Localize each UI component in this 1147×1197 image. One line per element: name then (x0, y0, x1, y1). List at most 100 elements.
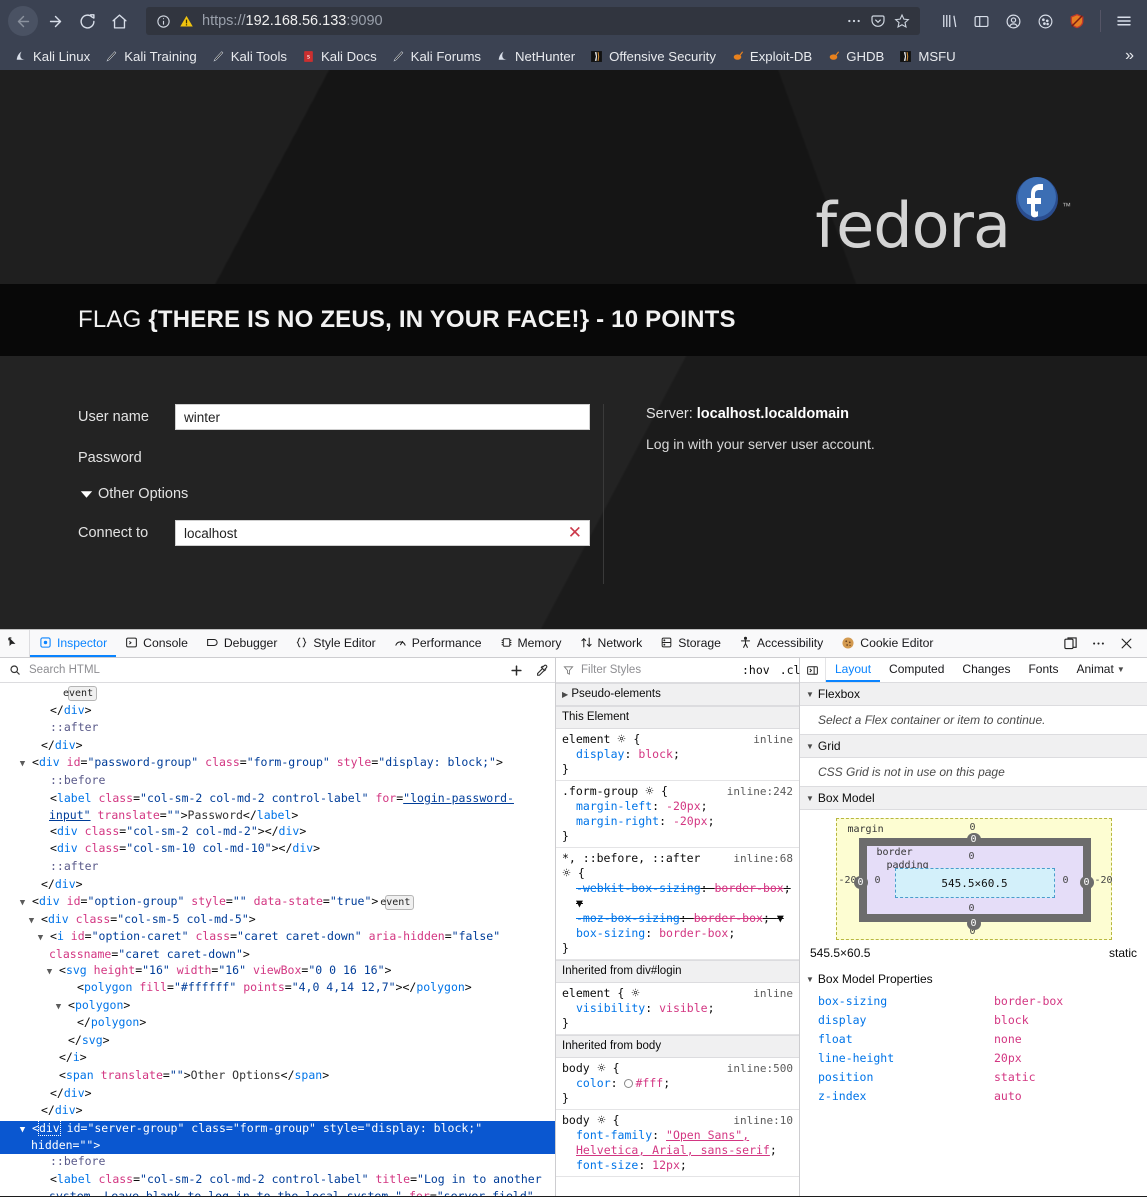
markup-line[interactable]: ▼ <polygon> (0, 998, 555, 1016)
css-value[interactable]: border-box (694, 911, 763, 925)
rule-block[interactable]: element { inline display: block; } (556, 729, 799, 781)
rule-source[interactable]: inline (753, 732, 793, 747)
markup-line[interactable]: ::before (0, 1154, 555, 1172)
markup-line[interactable]: </div> (0, 877, 555, 895)
markup-line[interactable]: </svg> (0, 1033, 555, 1051)
css-property[interactable]: font-size (576, 1158, 638, 1172)
rule-source[interactable]: inline:68 (733, 851, 793, 866)
forward-button[interactable] (40, 6, 70, 36)
library-icon[interactable] (934, 6, 964, 36)
tab-console[interactable]: Console (116, 630, 197, 657)
markup-line[interactable]: <label class="col-sm-2 col-md-2 control-… (0, 1172, 555, 1196)
box-model-properties-header[interactable]: ▼ Box Model Properties (800, 968, 1147, 990)
rule-block[interactable]: *, ::before, ::after inline:68 { -webkit… (556, 848, 799, 960)
home-button[interactable] (104, 6, 134, 36)
gear-icon[interactable] (645, 784, 654, 799)
padding-top-value[interactable]: 0 (969, 851, 975, 862)
gear-icon[interactable] (617, 732, 626, 747)
hamburger-menu-icon[interactable] (1109, 6, 1139, 36)
tab-layout[interactable]: Layout (826, 658, 881, 682)
rule-source[interactable]: inline:500 (727, 1061, 793, 1076)
markup-line[interactable]: <label class="col-sm-2 col-md-2 control-… (0, 791, 555, 824)
tab-cookie-editor[interactable]: Cookie Editor (832, 630, 942, 657)
tab-network[interactable]: Network (571, 630, 652, 657)
border-bottom-value[interactable]: 0 (966, 917, 981, 930)
content-size-value[interactable]: 545.5×60.5 (941, 877, 1007, 890)
bookmark-msfu[interactable]: MSFU (892, 47, 961, 66)
css-value[interactable]: -20px (673, 814, 708, 828)
tab-computed[interactable]: Computed (880, 658, 953, 682)
border-left-value[interactable]: 0 (853, 876, 868, 889)
css-value[interactable]: #fff (635, 1076, 663, 1090)
reload-button[interactable] (72, 6, 102, 36)
css-value[interactable]: border-box (659, 926, 728, 940)
twisty-expanded-icon[interactable]: ▼ (38, 931, 50, 947)
twisty-expanded-icon[interactable]: ▼ (56, 1000, 68, 1016)
meatball-menu-icon[interactable] (1085, 631, 1111, 657)
css-property[interactable]: visibility (576, 1001, 645, 1015)
gear-icon[interactable] (631, 986, 640, 1001)
css-value[interactable]: visible (659, 1001, 707, 1015)
markup-line[interactable]: </i> (0, 1050, 555, 1068)
rule-source[interactable]: inline:10 (733, 1113, 793, 1128)
bookmark-ghdb[interactable]: GHDB (820, 47, 890, 66)
margin-right-value[interactable]: -20 (1095, 875, 1113, 886)
rule-block[interactable]: body { inline:10 font-family: "Open Sans… (556, 1110, 799, 1177)
css-value[interactable]: -20px (666, 799, 701, 813)
rule-source[interactable]: inline:242 (727, 784, 793, 799)
markup-line[interactable]: ::after (0, 859, 555, 877)
markup-line[interactable]: ▼ <svg height="16" width="16" viewBox="0 … (0, 963, 555, 981)
tab-accessibility[interactable]: Accessibility (730, 630, 832, 657)
bookmark-kali-tools[interactable]: Kali Tools (205, 47, 293, 66)
rule-block[interactable]: .form-group { inline:242 margin-left: -2… (556, 781, 799, 848)
ublock-origin-icon[interactable] (1062, 6, 1092, 36)
twisty-expanded-icon[interactable]: ▼ (29, 914, 41, 930)
css-property[interactable]: -moz-box-sizing (576, 911, 680, 925)
twisty-expanded-icon[interactable]: ▼ (47, 965, 59, 981)
twisty-expanded-icon[interactable]: ▼ (20, 757, 32, 773)
color-swatch[interactable] (624, 1079, 634, 1088)
gear-icon[interactable] (597, 1061, 606, 1076)
tab-debugger[interactable]: Debugger (197, 630, 287, 657)
chevron-down-icon[interactable]: ▼ (1117, 665, 1125, 674)
tab-storage[interactable]: Storage (651, 630, 730, 657)
rule-block[interactable]: element { inline visibility: visible; } (556, 983, 799, 1035)
bookmark-star-icon[interactable] (890, 9, 914, 33)
add-node-icon[interactable] (503, 659, 529, 681)
markup-line[interactable]: </div> (0, 1103, 555, 1121)
gear-icon[interactable] (562, 866, 571, 881)
insecure-warning-icon[interactable] (179, 14, 194, 29)
caret-down-icon[interactable] (78, 486, 94, 502)
bookmark-kali-forums[interactable]: Kali Forums (385, 47, 487, 66)
tab-performance[interactable]: Performance (385, 630, 491, 657)
twisty-expanded-icon[interactable]: ▼ (20, 1123, 32, 1139)
back-button[interactable] (8, 6, 38, 36)
bookmarks-overflow-button[interactable]: » (1119, 47, 1140, 65)
markup-line-selected[interactable]: ▼ <div id="server-group" class="form-grou… (0, 1119, 555, 1155)
flexbox-section-header[interactable]: ▼ Flexbox (800, 683, 1147, 706)
box-model-margin-region[interactable]: margin 0 0 -20 -20 0 0 0 0 border paddin… (835, 818, 1113, 940)
markup-line[interactable]: </div> (0, 1086, 555, 1104)
page-info-icon[interactable] (156, 14, 171, 29)
padding-right-value[interactable]: 0 (1063, 875, 1069, 886)
border-right-value[interactable]: 0 (1079, 876, 1094, 889)
markup-line[interactable]: ::after (0, 720, 555, 738)
sidebar-icon[interactable] (966, 6, 996, 36)
css-value[interactable]: block (638, 747, 673, 761)
event-badge[interactable]: event (380, 895, 415, 911)
username-input[interactable] (175, 404, 590, 430)
account-icon[interactable] (998, 6, 1028, 36)
hov-toggle[interactable]: :hov (737, 663, 775, 677)
bookmark-kali-docs[interactable]: s Kali Docs (295, 47, 383, 66)
rule-block[interactable]: body { inline:500 color: #fff; } (556, 1058, 799, 1110)
css-value[interactable]: 12px (652, 1158, 680, 1172)
twisty-expanded-icon[interactable]: ▼ (20, 896, 32, 912)
gear-icon[interactable] (597, 1113, 606, 1128)
cookie-extension-icon[interactable] (1030, 6, 1060, 36)
markup-line[interactable]: event (0, 685, 555, 703)
clear-server-field-icon[interactable]: ✕ (568, 523, 582, 543)
markup-line[interactable]: <polygon fill="#ffffff" points="4,0 4,14… (0, 980, 555, 998)
search-html-input[interactable] (27, 663, 503, 677)
tab-fonts[interactable]: Fonts (1019, 658, 1067, 682)
bookmark-kali-linux[interactable]: Kali Linux (7, 47, 96, 66)
